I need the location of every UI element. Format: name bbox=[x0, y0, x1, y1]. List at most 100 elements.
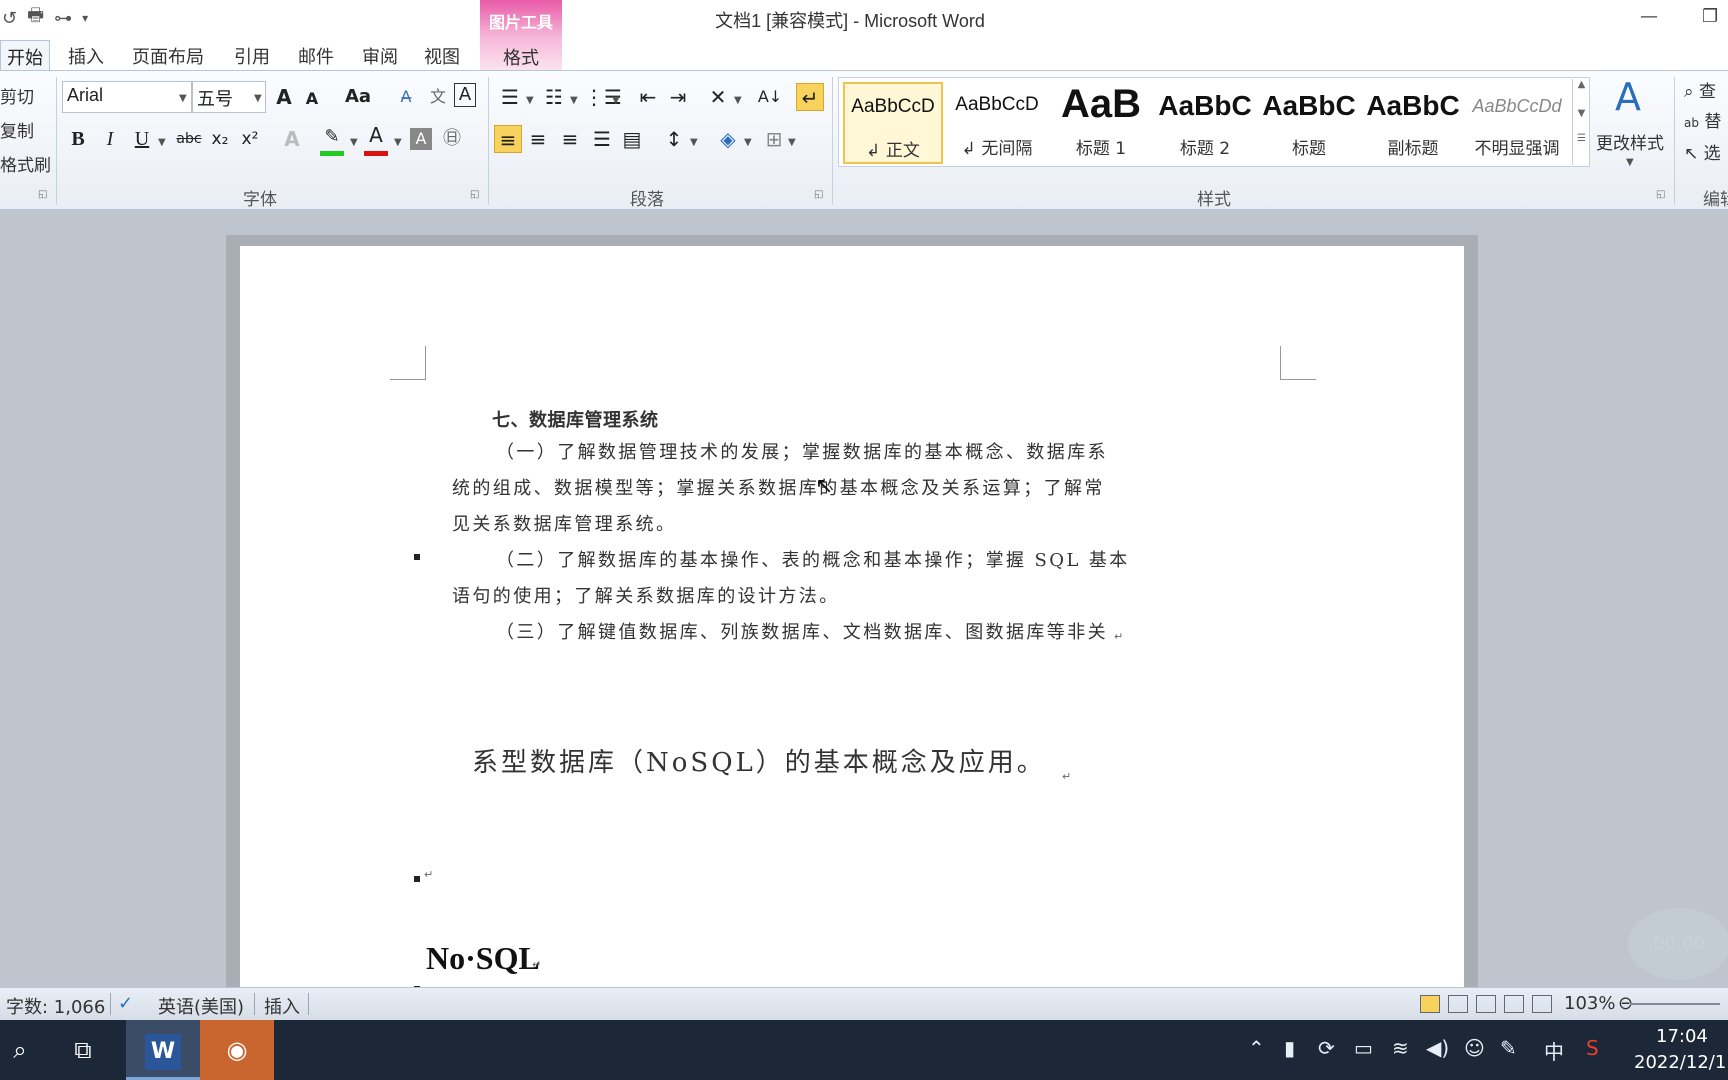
font-launcher-icon[interactable]: ◱ bbox=[470, 189, 479, 200]
numbering-icon[interactable]: ☷ bbox=[540, 83, 568, 111]
format-painter-button[interactable]: 格式刷 bbox=[0, 151, 51, 176]
web-layout-icon[interactable] bbox=[1476, 995, 1496, 1013]
char-border-icon[interactable]: A bbox=[454, 83, 476, 107]
word-count[interactable]: 字数: 1,066 bbox=[6, 993, 105, 1019]
zoom-slider[interactable] bbox=[1630, 1003, 1720, 1005]
style-subtle-emphasis[interactable]: AaBbCcDd 不明显强调 bbox=[1467, 82, 1567, 164]
font-name-box[interactable]: Arial bbox=[62, 81, 192, 113]
clock-date[interactable]: 2022/12/1 bbox=[1634, 1052, 1726, 1073]
document-page[interactable]: 七、数据库管理系统 （一）了解数据管理技术的发展；掌握数据库的基本概念、数据库系… bbox=[240, 246, 1464, 996]
grow-font-button[interactable]: A bbox=[270, 83, 298, 111]
gallery-down-icon[interactable]: ▼ bbox=[1573, 108, 1590, 119]
enclose-char-icon[interactable]: ㊐ bbox=[438, 125, 466, 153]
clipboard-launcher-icon[interactable]: ◱ bbox=[38, 189, 47, 200]
style-subtitle[interactable]: AaBbC 副标题 bbox=[1363, 82, 1463, 164]
change-styles-button[interactable]: 更改样式 bbox=[1596, 129, 1664, 154]
italic-button[interactable]: I bbox=[96, 125, 124, 153]
microphone-icon[interactable]: ▮ bbox=[1284, 1036, 1295, 1060]
style-no-spacing[interactable]: AaBbCcD ↲ 无间隔 bbox=[947, 82, 1047, 164]
clear-format-icon[interactable]: A̶ bbox=[392, 83, 420, 111]
underline-button[interactable]: U bbox=[128, 125, 156, 153]
word-taskbar-icon[interactable]: W bbox=[126, 1020, 200, 1080]
tab-insert[interactable]: 插入 bbox=[62, 40, 110, 72]
outline-view-icon[interactable] bbox=[1504, 995, 1524, 1013]
zoom-level[interactable]: 103% bbox=[1564, 993, 1615, 1014]
wifi-icon[interactable]: ≋ bbox=[1392, 1036, 1409, 1060]
tab-review[interactable]: 审阅 bbox=[356, 40, 404, 72]
print-layout-view-icon[interactable] bbox=[1420, 995, 1440, 1013]
task-view-icon[interactable]: ⧉ bbox=[46, 1020, 120, 1080]
search-icon[interactable]: ⌕ bbox=[0, 1020, 40, 1080]
tab-references[interactable]: 引用 bbox=[228, 40, 276, 72]
insert-mode-indicator[interactable]: 插入 bbox=[264, 993, 300, 1019]
font-name-dropdown-icon[interactable]: ▼ bbox=[179, 93, 187, 104]
sort-icon[interactable]: A↓ bbox=[756, 83, 784, 111]
style-normal[interactable]: AaBbCcD ↲ 正文 bbox=[843, 82, 943, 164]
change-styles-icon[interactable]: A bbox=[1604, 75, 1652, 119]
gallery-up-icon[interactable]: ▲ bbox=[1573, 79, 1590, 90]
sogou-ime-icon[interactable]: S bbox=[1586, 1036, 1599, 1060]
tab-page-layout[interactable]: 页面布局 bbox=[126, 40, 210, 72]
tab-picture-format[interactable]: 格式 bbox=[480, 36, 562, 70]
multilevel-dropdown-icon[interactable]: ▼ bbox=[612, 95, 620, 106]
draft-view-icon[interactable] bbox=[1532, 995, 1552, 1013]
shading-icon[interactable]: ◈ bbox=[714, 125, 742, 153]
qq-icon[interactable]: ☺ bbox=[1464, 1036, 1485, 1060]
font-color-dropdown-icon[interactable]: ▼ bbox=[394, 137, 402, 148]
line-spacing-dropdown-icon[interactable]: ▼ bbox=[690, 137, 698, 148]
ime-indicator[interactable]: 中 bbox=[1544, 1036, 1564, 1065]
tab-view[interactable]: 视图 bbox=[418, 40, 466, 72]
align-center-icon[interactable]: ≡ bbox=[524, 125, 552, 153]
multilevel-list-icon[interactable]: ⋮☰ bbox=[584, 83, 622, 111]
font-color-icon[interactable]: A bbox=[362, 121, 390, 149]
recorder-taskbar-icon[interactable]: ◉ bbox=[200, 1020, 274, 1080]
copy-button[interactable]: 复制 bbox=[0, 117, 34, 142]
bullets-icon[interactable]: ☰ bbox=[496, 83, 524, 111]
gallery-more-icon[interactable]: ☰ bbox=[1573, 133, 1590, 144]
superscript-button[interactable]: x² bbox=[236, 125, 264, 153]
pen-icon[interactable]: ✎ bbox=[1500, 1036, 1517, 1060]
replace-button[interactable]: ab 替 bbox=[1684, 107, 1721, 132]
select-button[interactable]: ↖ 选 bbox=[1684, 139, 1721, 164]
paragraph-launcher-icon[interactable]: ◱ bbox=[814, 189, 823, 200]
restore-button[interactable]: ❐ bbox=[1702, 6, 1718, 27]
align-right-icon[interactable]: ≡ bbox=[556, 125, 584, 153]
style-heading-1[interactable]: AaB 标题 1 bbox=[1051, 82, 1151, 164]
borders-icon[interactable]: ⊞ bbox=[760, 125, 788, 153]
change-case-button[interactable]: Aa bbox=[340, 83, 376, 111]
shrink-font-button[interactable]: A bbox=[298, 85, 326, 113]
align-left-icon[interactable]: ≡ bbox=[494, 125, 522, 153]
style-heading-2[interactable]: AaBbC 标题 2 bbox=[1155, 82, 1255, 164]
sync-icon[interactable]: ⟳ bbox=[1318, 1036, 1335, 1060]
styles-launcher-icon[interactable]: ◱ bbox=[1656, 189, 1665, 200]
show-hidden-icons-icon[interactable]: ⌃ bbox=[1248, 1036, 1265, 1060]
language-indicator[interactable]: 英语(美国) bbox=[158, 993, 244, 1019]
char-shading-icon[interactable]: A bbox=[410, 128, 432, 150]
minimize-button[interactable]: — bbox=[1640, 6, 1658, 27]
proofing-icon[interactable]: ✓ bbox=[118, 993, 133, 1014]
subscript-button[interactable]: x₂ bbox=[206, 125, 234, 153]
battery-icon[interactable]: ▭ bbox=[1354, 1036, 1373, 1060]
clock-time[interactable]: 17:04 bbox=[1656, 1026, 1708, 1047]
gallery-scroll[interactable]: ▲ ▼ ☰ bbox=[1572, 79, 1590, 165]
borders-dropdown-icon[interactable]: ▼ bbox=[788, 137, 796, 148]
full-screen-reading-icon[interactable] bbox=[1448, 995, 1468, 1013]
highlight-dropdown-icon[interactable]: ▼ bbox=[350, 137, 358, 148]
volume-icon[interactable]: ◀) bbox=[1426, 1036, 1449, 1060]
distributed-icon[interactable]: ▤ bbox=[618, 125, 646, 153]
pinyin-guide-icon[interactable]: 文 bbox=[424, 83, 452, 111]
font-size-dropdown-icon[interactable]: ▼ bbox=[254, 93, 262, 104]
line-spacing-icon[interactable]: ↕ bbox=[660, 125, 688, 153]
text-effects-icon[interactable]: A bbox=[278, 125, 306, 153]
change-styles-dropdown-icon[interactable]: ▼ bbox=[1626, 157, 1634, 168]
strikethrough-button[interactable]: abc bbox=[172, 125, 206, 153]
underline-dropdown-icon[interactable]: ▼ bbox=[158, 137, 166, 148]
cut-button[interactable]: 剪切 bbox=[0, 83, 34, 108]
tab-mailings[interactable]: 邮件 bbox=[292, 40, 340, 72]
decrease-indent-icon[interactable]: ⇤ bbox=[634, 83, 662, 111]
increase-indent-icon[interactable]: ⇥ bbox=[664, 83, 692, 111]
justify-icon[interactable]: ☰ bbox=[588, 125, 616, 153]
shading-dropdown-icon[interactable]: ▼ bbox=[744, 137, 752, 148]
bullets-dropdown-icon[interactable]: ▼ bbox=[526, 95, 534, 106]
chinese-layout-icon[interactable]: ✕ bbox=[704, 83, 732, 111]
